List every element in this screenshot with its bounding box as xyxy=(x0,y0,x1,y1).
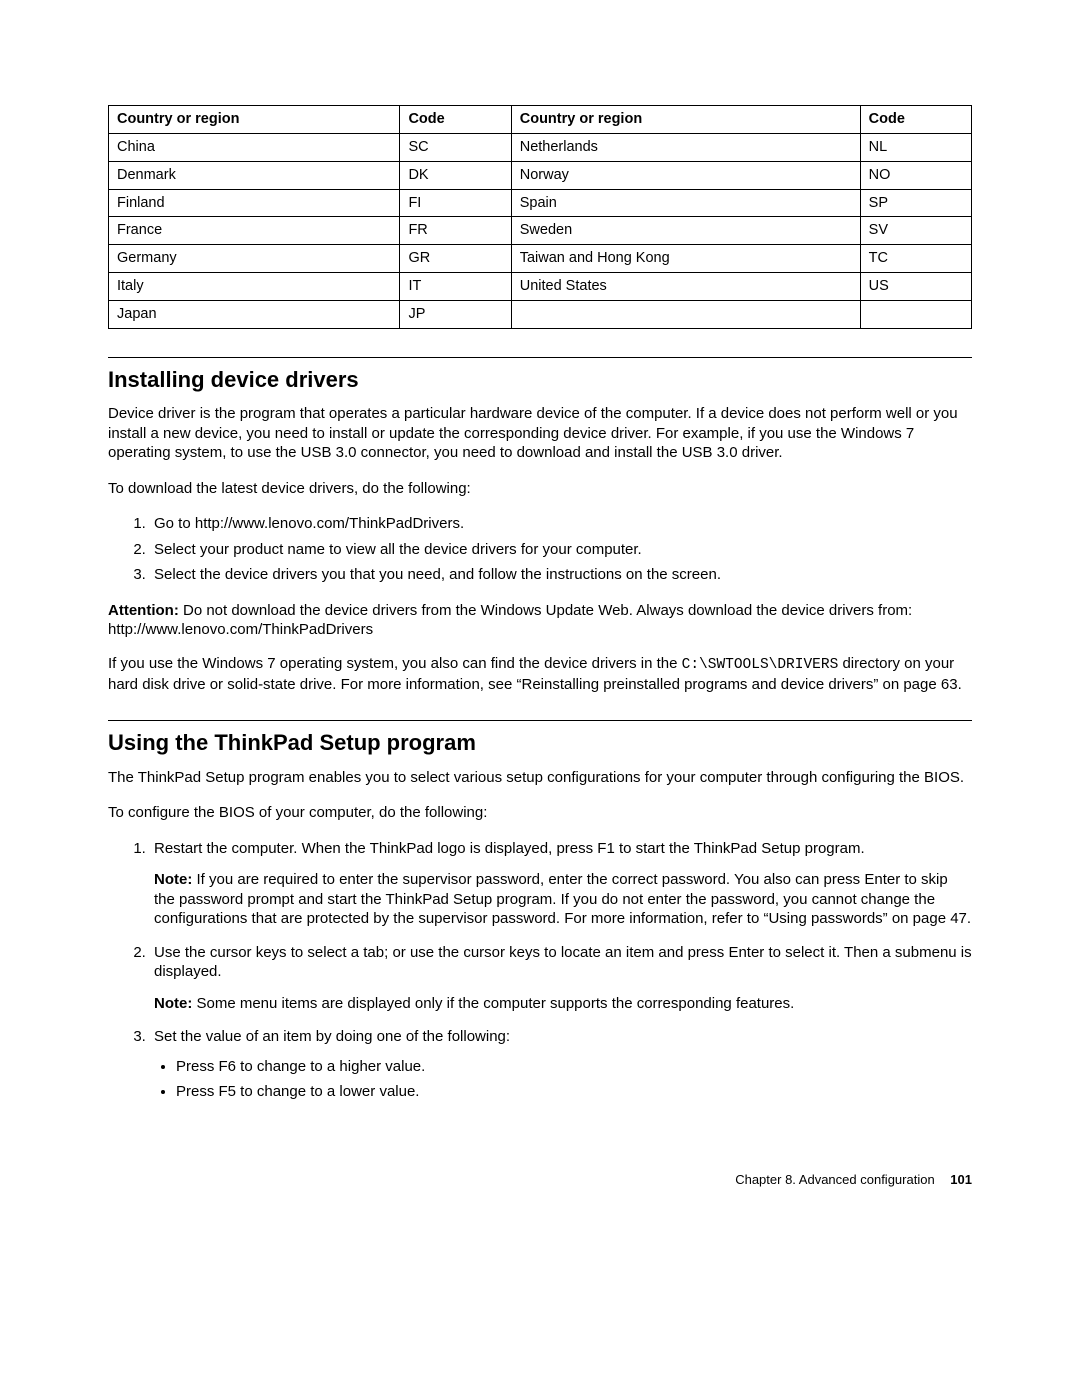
attention-text: Do not download the device drivers from … xyxy=(179,602,912,619)
table-cell: SP xyxy=(860,189,971,217)
table-row: ItalyITUnited StatesUS xyxy=(109,273,972,301)
paragraph: To configure the BIOS of your computer, … xyxy=(108,803,972,823)
table-cell: United States xyxy=(511,273,860,301)
paragraph: Device driver is the program that operat… xyxy=(108,404,972,463)
list-item: Select your product name to view all the… xyxy=(150,540,972,560)
table-cell: TC xyxy=(860,245,971,273)
list-item: Go to http://www.lenovo.com/ThinkPadDriv… xyxy=(150,514,972,534)
step-text: Restart the computer. When the ThinkPad … xyxy=(154,840,865,857)
table-cell: Finland xyxy=(109,189,400,217)
table-header: Code xyxy=(860,106,971,134)
table-row: ChinaSCNetherlandsNL xyxy=(109,133,972,161)
table-cell: Denmark xyxy=(109,161,400,189)
paragraph: The ThinkPad Setup program enables you t… xyxy=(108,768,972,788)
list-item: Restart the computer. When the ThinkPad … xyxy=(150,839,972,929)
footer-page-number: 101 xyxy=(950,1172,972,1187)
heading-installing-drivers: Installing device drivers xyxy=(108,366,972,395)
list-item: Select the device drivers you that you n… xyxy=(150,565,972,585)
section-installing-drivers: Installing device drivers Device driver … xyxy=(108,357,972,694)
note-paragraph: Note: Some menu items are displayed only… xyxy=(154,994,972,1014)
table-header: Country or region xyxy=(511,106,860,134)
note-label: Note: xyxy=(154,871,192,888)
table-cell: France xyxy=(109,217,400,245)
code-path: C:\SWTOOLS\DRIVERS xyxy=(682,657,839,673)
list-item: Press F5 to change to a lower value. xyxy=(176,1082,972,1102)
table-row: FranceFRSwedenSV xyxy=(109,217,972,245)
table-row: FinlandFISpainSP xyxy=(109,189,972,217)
attention-label: Attention: xyxy=(108,602,179,619)
section-rule xyxy=(108,720,972,721)
note-text: If you are required to enter the supervi… xyxy=(154,871,971,927)
heading-thinkpad-setup: Using the ThinkPad Setup program xyxy=(108,729,972,758)
table-cell: Japan xyxy=(109,300,400,328)
table-cell: FI xyxy=(400,189,511,217)
table-cell xyxy=(860,300,971,328)
table-cell: US xyxy=(860,273,971,301)
list-item: Use the cursor keys to select a tab; or … xyxy=(150,943,972,1014)
note-paragraph: Note: If you are required to enter the s… xyxy=(154,870,972,929)
table-cell: IT xyxy=(400,273,511,301)
table-body: ChinaSCNetherlandsNLDenmarkDKNorwayNOFin… xyxy=(109,133,972,328)
table-cell: JP xyxy=(400,300,511,328)
step-text: Use the cursor keys to select a tab; or … xyxy=(154,944,972,981)
section-thinkpad-setup: Using the ThinkPad Setup program The Thi… xyxy=(108,720,972,1102)
table-row: DenmarkDKNorwayNO xyxy=(109,161,972,189)
text-part: If you use the Windows 7 operating syste… xyxy=(108,655,682,672)
table-cell: Italy xyxy=(109,273,400,301)
table-header: Code xyxy=(400,106,511,134)
list-item: Press F6 to change to a higher value. xyxy=(176,1057,972,1077)
table-cell: FR xyxy=(400,217,511,245)
note-text: Some menu items are displayed only if th… xyxy=(192,995,794,1012)
attention-url: http://www.lenovo.com/ThinkPadDrivers xyxy=(108,621,373,638)
table-cell: DK xyxy=(400,161,511,189)
table-cell: GR xyxy=(400,245,511,273)
step-text: Set the value of an item by doing one of… xyxy=(154,1028,510,1045)
table-cell: Germany xyxy=(109,245,400,273)
table-cell xyxy=(511,300,860,328)
page-footer: Chapter 8. Advanced configuration 101 xyxy=(108,1172,972,1189)
table-row: JapanJP xyxy=(109,300,972,328)
table-header: Country or region xyxy=(109,106,400,134)
table-cell: China xyxy=(109,133,400,161)
section-rule xyxy=(108,357,972,358)
bios-steps-list: Restart the computer. When the ThinkPad … xyxy=(108,839,972,1102)
table-cell: Netherlands xyxy=(511,133,860,161)
table-cell: Sweden xyxy=(511,217,860,245)
paragraph: To download the latest device drivers, d… xyxy=(108,479,972,499)
footer-chapter: Chapter 8. Advanced configuration xyxy=(735,1172,934,1187)
table-cell: Taiwan and Hong Kong xyxy=(511,245,860,273)
table-cell: Spain xyxy=(511,189,860,217)
note-label: Note: xyxy=(154,995,192,1012)
value-change-list: Press F6 to change to a higher value. Pr… xyxy=(154,1057,972,1102)
table-cell: SC xyxy=(400,133,511,161)
country-code-table: Country or region Code Country or region… xyxy=(108,105,972,329)
table-cell: NL xyxy=(860,133,971,161)
paragraph: If you use the Windows 7 operating syste… xyxy=(108,654,972,694)
table-row: GermanyGRTaiwan and Hong KongTC xyxy=(109,245,972,273)
table-cell: Norway xyxy=(511,161,860,189)
attention-paragraph: Attention: Do not download the device dr… xyxy=(108,601,972,640)
table-cell: NO xyxy=(860,161,971,189)
driver-steps-list: Go to http://www.lenovo.com/ThinkPadDriv… xyxy=(108,514,972,585)
table-cell: SV xyxy=(860,217,971,245)
list-item: Set the value of an item by doing one of… xyxy=(150,1027,972,1102)
